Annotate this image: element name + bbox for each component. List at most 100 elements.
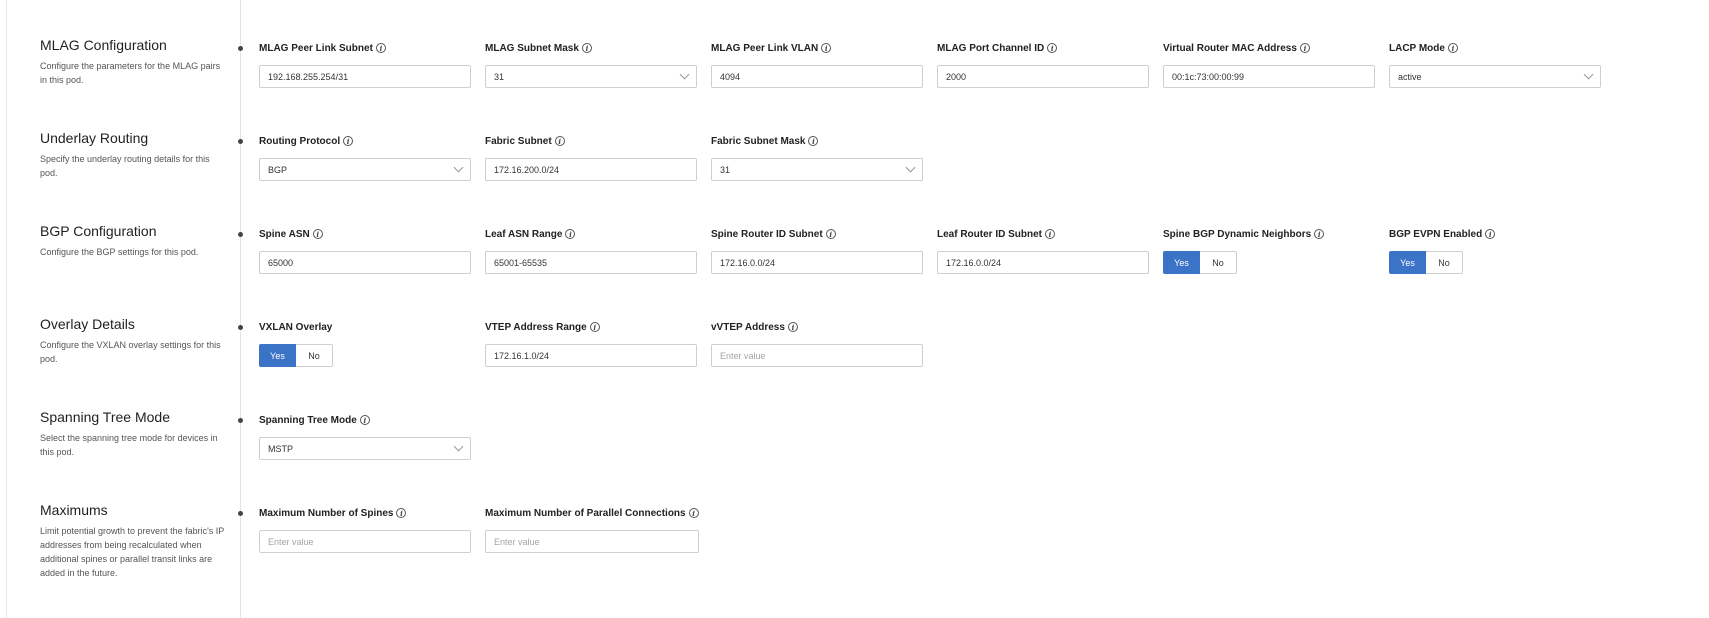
lacp-mode-field: LACP Mode i active — [1389, 41, 1601, 88]
mlag-subnet-mask-select[interactable]: 31 — [485, 65, 697, 88]
vxlan-overlay-field: VXLAN Overlay Yes No — [259, 320, 471, 367]
section-description: Limit potential growth to prevent the fa… — [40, 526, 225, 578]
spine-asn-input[interactable] — [259, 251, 471, 274]
toggle-no-button[interactable]: No — [1426, 251, 1463, 274]
spine-asn-field: Spine ASN i — [259, 227, 471, 274]
selected-value: MSTP — [268, 443, 294, 454]
section-title: Maximums — [40, 502, 108, 518]
max-spines-input[interactable] — [259, 530, 471, 553]
field-label: Routing Protocol — [259, 135, 341, 147]
toggle-yes-button[interactable]: Yes — [1163, 251, 1200, 274]
toggle-yes-button[interactable]: Yes — [259, 344, 296, 367]
vtep-address-range-input[interactable] — [485, 344, 697, 367]
mlag-port-channel-id-field: MLAG Port Channel ID i — [937, 41, 1149, 88]
info-icon[interactable]: i — [343, 136, 354, 146]
field-label: Fabric Subnet Mask — [711, 135, 806, 147]
routing-protocol-field: Routing Protocol i BGP — [259, 134, 471, 181]
info-icon[interactable]: i — [359, 415, 370, 425]
leaf-asn-range-input[interactable] — [485, 251, 697, 274]
fabric-subnet-mask-select[interactable]: 31 — [711, 158, 923, 181]
mlag-port-channel-id-input[interactable] — [937, 65, 1149, 88]
max-spines-field: Maximum Number of Spines i — [259, 506, 471, 553]
info-icon[interactable]: i — [1045, 229, 1056, 239]
leaf-router-id-subnet-input[interactable] — [937, 251, 1149, 274]
toggle-yes-button[interactable]: Yes — [1389, 251, 1426, 274]
max-parallel-connections-input[interactable] — [485, 530, 699, 553]
section-bullet — [238, 232, 243, 237]
field-label: Maximum Number of Parallel Connections — [485, 507, 686, 519]
fabric-subnet-input[interactable] — [485, 158, 697, 181]
info-icon[interactable]: i — [581, 43, 592, 53]
info-icon[interactable]: i — [821, 43, 832, 53]
chevron-down-icon — [453, 162, 464, 173]
section-title: Spanning Tree Mode — [40, 409, 170, 425]
routing-protocol-select[interactable]: BGP — [259, 158, 471, 181]
section-header: BGP Configuration Configure the BGP sett… — [40, 222, 225, 259]
field-label: Fabric Subnet — [485, 135, 552, 147]
section-title: BGP Configuration — [40, 223, 157, 239]
field-label: Virtual Router MAC Address — [1163, 42, 1297, 54]
field-label: BGP EVPN Enabled — [1389, 228, 1483, 240]
info-icon[interactable]: i — [688, 508, 699, 518]
section-header: Maximums Limit potential growth to preve… — [40, 501, 225, 580]
info-icon[interactable]: i — [825, 229, 836, 239]
info-icon[interactable]: i — [396, 508, 407, 518]
spine-router-id-subnet-input[interactable] — [711, 251, 923, 274]
info-icon[interactable]: i — [1447, 43, 1458, 53]
chevron-down-icon — [679, 69, 690, 80]
section-description: Configure the parameters for the MLAG pa… — [40, 61, 221, 85]
field-label: LACP Mode — [1389, 42, 1445, 54]
selected-value: active — [1398, 71, 1422, 82]
section-title: MLAG Configuration — [40, 37, 167, 53]
toggle-no-button[interactable]: No — [296, 344, 333, 367]
info-icon[interactable]: i — [808, 136, 819, 146]
field-label: VTEP Address Range — [485, 321, 587, 333]
section-header: MLAG Configuration Configure the paramet… — [40, 36, 225, 87]
lacp-mode-select[interactable]: active — [1389, 65, 1601, 88]
selected-value: 31 — [494, 71, 505, 82]
mlag-peer-link-vlan-input[interactable] — [711, 65, 923, 88]
section-header: Overlay Details Configure the VXLAN over… — [40, 315, 225, 366]
info-icon[interactable]: i — [1047, 43, 1058, 53]
section-bullet — [238, 139, 243, 144]
info-icon[interactable]: i — [1314, 229, 1325, 239]
info-icon[interactable]: i — [375, 43, 386, 53]
section-description: Specify the underlay routing details for… — [40, 154, 210, 178]
field-label: Spine ASN — [259, 228, 310, 240]
section-header: Underlay Routing Specify the underlay ro… — [40, 129, 225, 180]
info-icon[interactable]: i — [1485, 229, 1496, 239]
section-title: Overlay Details — [40, 316, 135, 332]
info-icon[interactable]: i — [787, 322, 798, 332]
info-icon[interactable]: i — [554, 136, 565, 146]
section-divider — [240, 0, 241, 618]
info-icon[interactable]: i — [589, 322, 600, 332]
info-icon[interactable]: i — [565, 229, 576, 239]
vvtep-address-field: vVTEP Address i — [711, 320, 923, 367]
toggle-no-button[interactable]: No — [1200, 251, 1237, 274]
mlag-peer-link-vlan-field: MLAG Peer Link VLAN i — [711, 41, 923, 88]
vvtep-address-input[interactable] — [711, 344, 923, 367]
bgp-evpn-enabled-field: BGP EVPN Enabled i Yes No — [1389, 227, 1601, 274]
info-icon[interactable]: i — [1299, 43, 1310, 53]
chevron-down-icon — [905, 162, 916, 173]
leaf-asn-range-field: Leaf ASN Range i — [485, 227, 697, 274]
field-label: vVTEP Address — [711, 321, 785, 333]
section-bullet — [238, 418, 243, 423]
spanning-tree-mode-select[interactable]: MSTP — [259, 437, 471, 460]
mlag-peer-link-subnet-input[interactable] — [259, 65, 471, 88]
bgp-evpn-enabled-toggle: Yes No — [1389, 251, 1601, 274]
field-label: VXLAN Overlay — [259, 321, 333, 333]
section-header: Spanning Tree Mode Select the spanning t… — [40, 408, 225, 459]
spine-router-id-subnet-field: Spine Router ID Subnet i — [711, 227, 923, 274]
section-description: Configure the VXLAN overlay settings for… — [40, 340, 221, 364]
chevron-down-icon — [1583, 69, 1594, 80]
field-label: Leaf Router ID Subnet — [937, 228, 1043, 240]
page-edge-rule — [6, 0, 7, 618]
info-icon[interactable]: i — [312, 229, 323, 239]
field-label: Spine Router ID Subnet — [711, 228, 823, 240]
virtual-router-mac-input[interactable] — [1163, 65, 1375, 88]
section-title: Underlay Routing — [40, 130, 149, 146]
field-label: Leaf ASN Range — [485, 228, 563, 240]
mlag-peer-link-subnet-field: MLAG Peer Link Subnet i — [259, 41, 471, 88]
spine-bgp-dynamic-neighbors-field: Spine BGP Dynamic Neighbors i Yes No — [1163, 227, 1375, 274]
